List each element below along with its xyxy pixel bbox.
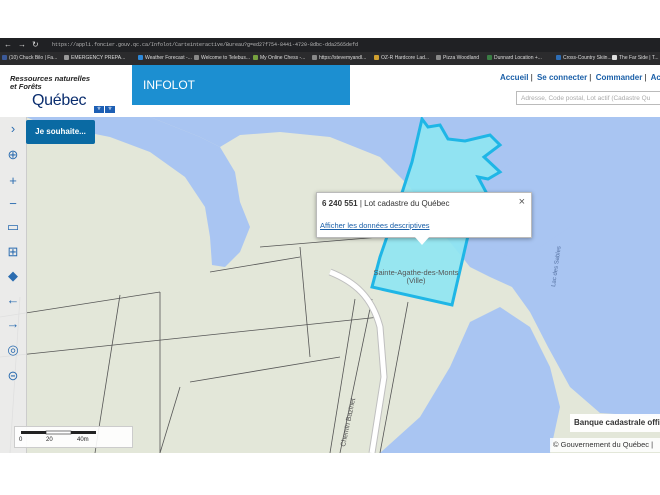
nav-link-accueil[interactable]: Accueil [500, 73, 528, 82]
bookmark-item[interactable]: Welcome to Telebus... [194, 55, 250, 61]
show-descriptive-data-link[interactable]: Afficher les données descriptives [320, 221, 430, 230]
map-layer: Lac des Sables Chemin Bazinet Sainte-Aga… [0, 117, 660, 453]
zoom-in-icon[interactable]: + [4, 172, 22, 190]
scale-tick-20: 20 [46, 437, 53, 443]
bookmark-item[interactable]: EMERGENCY PREPA... [64, 55, 125, 61]
lot-number: 6 240 551 [322, 199, 358, 208]
bookmark-favicon-icon [312, 55, 317, 60]
bookmark-favicon-icon [374, 55, 379, 60]
bookmark-favicon-icon [556, 55, 561, 60]
book-icon[interactable]: ▭ [4, 218, 22, 236]
scale-bar: 0 20 40m [14, 426, 133, 448]
locate-icon[interactable]: ⊕ [4, 146, 22, 164]
cadastral-source-label: Banque cadastrale offi [570, 414, 660, 432]
bookmark-favicon-icon [253, 55, 258, 60]
bookmark-item[interactable]: OZ-R Hardcore Lad... [374, 55, 429, 61]
scale-tick-40: 40m [77, 437, 89, 443]
popup-header: 6 240 551 | Lot cadastre du Québec [322, 199, 450, 208]
bookmark-favicon-icon [612, 55, 617, 60]
lot-info-popup: 6 240 551 | Lot cadastre du Québec Affic… [316, 192, 532, 238]
forward-arrow-icon[interactable]: → [4, 315, 22, 333]
bookmark-item[interactable]: The Far Side | T... [612, 55, 659, 61]
top-navigation: Accueil | Se connecter | Commander | Ac [500, 73, 660, 82]
browser-address-bar: ← → ↻ https://appli.foncier.gouv.qc.ca/I… [0, 38, 660, 52]
browser-tab-strip [0, 0, 660, 38]
back-icon[interactable]: ← [4, 40, 12, 49]
logo-ministry-line2: et Forêts [10, 82, 42, 91]
map-canvas[interactable]: Lac des Sables Chemin Bazinet Sainte-Aga… [0, 117, 660, 453]
zoom-extent-icon[interactable]: ⊞ [4, 243, 22, 261]
back-arrow-icon[interactable]: ← [4, 291, 22, 309]
map-toolbar: › ⊕ + − ▭ ⊞ ◆ ← → ◎ ⊝ [0, 117, 27, 453]
je-souhaite-button[interactable]: Je souhaite... [26, 120, 95, 144]
bookmark-item[interactable]: Cross-Country Skiin... [556, 55, 612, 61]
forward-icon[interactable]: → [18, 40, 26, 49]
bookmark-item[interactable]: (10) Chuck Bilo | Fa... [2, 55, 57, 61]
bookmark-item[interactable]: Pizza Woodland [436, 55, 479, 61]
url-field[interactable]: https://appli.foncier.gouv.qc.ca/Infolot… [52, 40, 652, 50]
globe-search-icon[interactable]: ◎ [4, 341, 22, 359]
bookmark-item[interactable]: My Online Chess -... [253, 55, 305, 61]
bookmark-favicon-icon [138, 55, 143, 60]
magnify-icon[interactable]: ⊝ [4, 367, 22, 385]
chevron-right-icon[interactable]: › [4, 120, 22, 138]
site-header: Ressources naturelles et Forêts Québec ⚜… [0, 65, 660, 131]
bookmark-favicon-icon [436, 55, 441, 60]
bookmark-item[interactable]: https://stevemyandl... [312, 55, 366, 61]
quebec-map-icon[interactable]: ◆ [4, 267, 22, 285]
popup-pointer [414, 236, 430, 245]
close-icon[interactable]: × [519, 196, 525, 208]
quebec-logo[interactable]: Ressources naturelles et Forêts Québec ⚜… [10, 75, 130, 131]
bookmark-favicon-icon [487, 55, 492, 60]
logo-quebec-text: Québec [32, 92, 87, 109]
app-title: INFOLOT [132, 65, 350, 105]
nav-link-se-connecter[interactable]: Se connecter [537, 73, 587, 82]
bookmark-favicon-icon [64, 55, 69, 60]
bookmark-item[interactable]: Dunnard Location +... [487, 55, 542, 61]
nav-link-commander[interactable]: Commander [596, 73, 643, 82]
address-search-input[interactable]: Adresse, Code postal, Lot actif (Cadastr… [516, 91, 660, 105]
lot-type: | Lot cadastre du Québec [357, 199, 450, 208]
scale-tick-0: 0 [19, 437, 23, 443]
bookmarks-bar: (10) Chuck Bilo | Fa... EMERGENCY PREPA..… [0, 52, 660, 65]
bookmark-favicon-icon [194, 55, 199, 60]
reload-icon[interactable]: ↻ [32, 40, 39, 49]
bookmark-item[interactable]: Weather Forecast -... [138, 55, 192, 61]
municipality-type-label: (Ville) [406, 276, 426, 285]
bookmark-favicon-icon [2, 55, 7, 60]
zoom-out-icon[interactable]: − [4, 195, 22, 213]
nav-link-more[interactable]: Ac [651, 73, 660, 82]
scale-bar-graphic [21, 430, 96, 435]
copyright-label: © Gouvernement du Québec | [550, 438, 660, 452]
